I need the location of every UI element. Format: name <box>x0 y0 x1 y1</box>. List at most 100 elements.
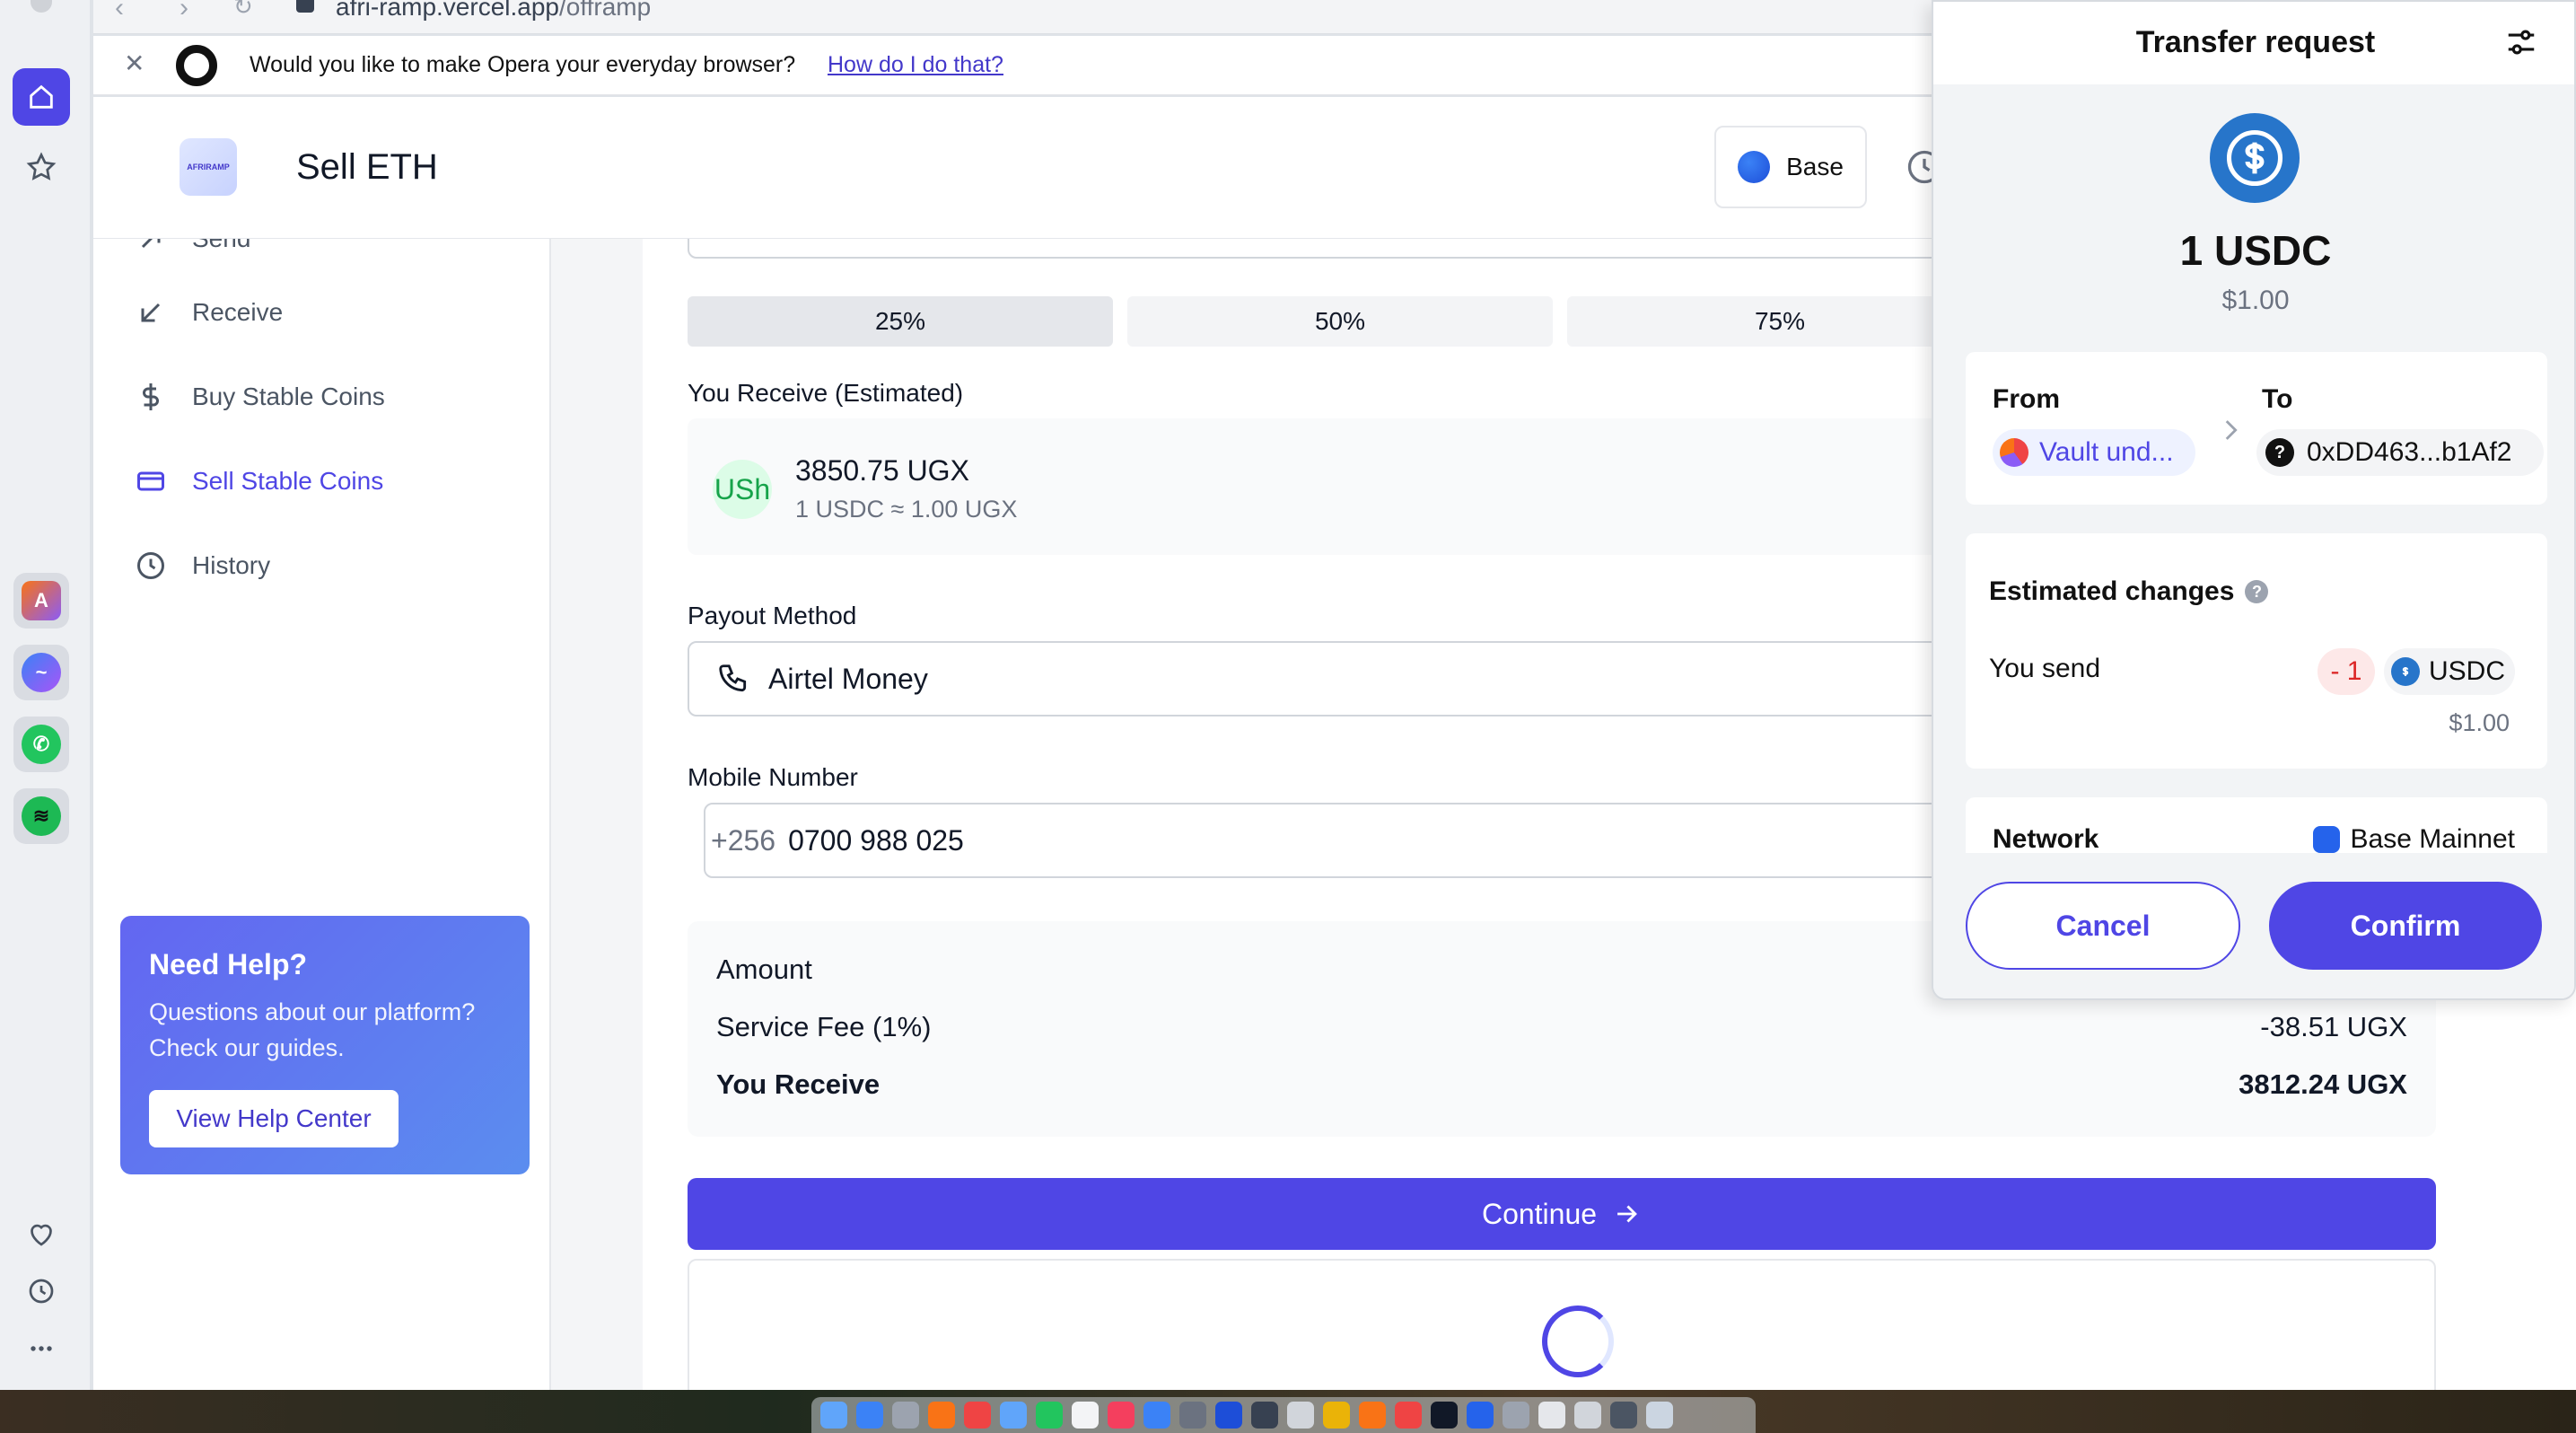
help-title: Need Help? <box>149 948 308 980</box>
xcode-icon[interactable] <box>1215 1402 1242 1429</box>
network-selector-button[interactable]: Base <box>1714 126 1867 208</box>
opera-icon[interactable] <box>964 1402 991 1429</box>
launchpad-icon[interactable] <box>892 1402 919 1429</box>
brave-icon[interactable] <box>1359 1402 1386 1429</box>
arrow-right-icon <box>1617 1205 1637 1223</box>
wallet-title: Transfer request <box>2135 25 2376 59</box>
sidebar-item-sell-stable-coins[interactable]: Sell Stable Coins <box>135 454 383 508</box>
more-icon[interactable] <box>13 1320 70 1377</box>
home-icon[interactable] <box>13 68 70 126</box>
activity-icon[interactable] <box>1251 1402 1278 1429</box>
network-label: Base <box>1786 153 1844 180</box>
base-network-icon <box>1738 151 1771 183</box>
vault-avatar-icon <box>2000 438 2028 467</box>
window-preview-icon[interactable] <box>1610 1402 1637 1429</box>
loading-card <box>688 1259 2436 1390</box>
to-address-pill[interactable]: ? 0xDD463...b1Af2 <box>2256 429 2544 476</box>
back-icon[interactable]: ‹ <box>115 0 124 23</box>
token-usd-value: $1.00 <box>2221 286 2290 315</box>
estimated-changes-title: Estimated changes ? <box>1989 576 2269 607</box>
from-to-card: From To Vault und... ? 0xDD463...b1Af2 <box>1966 352 2547 505</box>
continue-label: Continue <box>1481 1197 1598 1230</box>
sidebar-item-label: History <box>192 551 271 579</box>
receive-label: You Receive (Estimated) <box>688 379 964 407</box>
wallet-transfer-popup: Transfer request 1 USDC $1.00 From To Va… <box>1932 0 2576 1000</box>
messenger-icon[interactable]: ~ <box>13 645 69 700</box>
payout-method-value: Airtel Money <box>768 662 928 695</box>
wallet-header: Transfer request <box>1933 2 2574 84</box>
country-code: +256 <box>711 823 776 857</box>
music-icon[interactable] <box>1108 1402 1135 1429</box>
app-logo[interactable]: AFRIRAMP <box>180 138 237 196</box>
sidebar-item-buy-stable-coins[interactable]: Buy Stable Coins <box>135 370 385 424</box>
lock-icon <box>296 0 314 13</box>
forward-icon[interactable]: › <box>180 0 188 23</box>
base-network-icon <box>2312 826 2340 853</box>
network-label: Network <box>1993 824 2099 854</box>
url-field[interactable]: afri-ramp.vercel.app/offramp <box>336 0 651 22</box>
calendar-icon[interactable] <box>1072 1402 1099 1429</box>
whatsapp-icon[interactable]: ✆ <box>13 716 69 772</box>
window-control[interactable] <box>31 0 52 13</box>
percent-75-button[interactable]: 75% <box>1567 296 1993 347</box>
star-icon[interactable] <box>13 138 70 196</box>
sidebar-item-receive[interactable]: Receive <box>135 286 283 339</box>
banner-help-link[interactable]: How do I do that? <box>828 52 1003 78</box>
opera-sidebar: A ~ ✆ ≋ <box>0 0 90 1390</box>
dollar-icon <box>143 383 159 410</box>
app-sidebar: Send Receive Buy Stable Coins Sell Stabl… <box>93 224 551 1390</box>
window-preview-icon[interactable] <box>1574 1402 1601 1429</box>
spotify-icon[interactable]: ≋ <box>13 788 69 844</box>
mail-icon[interactable] <box>1000 1402 1027 1429</box>
document-icon[interactable] <box>1538 1402 1565 1429</box>
downloads-icon[interactable] <box>1503 1402 1529 1429</box>
system-settings-icon[interactable] <box>1179 1402 1206 1429</box>
terminal-icon[interactable] <box>1431 1402 1458 1429</box>
reload-icon[interactable]: ↻ <box>233 0 253 21</box>
finder-icon[interactable] <box>820 1402 847 1429</box>
facetime-icon[interactable] <box>1036 1402 1063 1429</box>
network-value: Base Mainnet <box>2312 824 2515 855</box>
opera-logo-icon <box>176 45 217 86</box>
payout-method-label: Payout Method <box>688 602 857 629</box>
safari-icon[interactable] <box>856 1402 883 1429</box>
confirm-button[interactable]: Confirm <box>2269 882 2542 970</box>
close-icon[interactable]: ✕ <box>124 48 145 78</box>
help-card: Need Help? Questions about our platform?… <box>120 916 530 1174</box>
unknown-address-icon: ? <box>2265 438 2294 467</box>
clock-icon <box>137 552 164 579</box>
info-icon[interactable]: ? <box>2245 580 2269 603</box>
from-label: From <box>1993 384 2060 414</box>
firefox-icon[interactable] <box>928 1402 955 1429</box>
currency-badge: USh <box>713 460 772 519</box>
mobile-number-value: 0700 988 025 <box>788 823 964 857</box>
address-bar: ‹ › ↻ afri-ramp.vercel.app/offramp <box>93 0 1933 34</box>
from-account-pill[interactable]: Vault und... <box>1993 429 2195 476</box>
percent-50-button[interactable]: 50% <box>1127 296 1553 347</box>
to-address: 0xDD463...b1Af2 <box>2307 437 2512 467</box>
settings-sliders-icon[interactable] <box>2504 25 2538 59</box>
help-text: Questions about our platform? Check our … <box>149 998 476 1061</box>
wallet-footer: Cancel Confirm <box>1933 853 2574 998</box>
heart-icon[interactable] <box>13 1205 70 1262</box>
sidebar-item-label: Sell Stable Coins <box>192 467 384 495</box>
chrome-icon[interactable] <box>1323 1402 1350 1429</box>
view-help-center-button[interactable]: View Help Center <box>149 1090 399 1147</box>
sidebar-item-history[interactable]: History <box>135 539 270 593</box>
app-store-icon[interactable] <box>1143 1402 1170 1429</box>
trash-icon[interactable] <box>1646 1402 1673 1429</box>
service-fee-label: Service Fee (1%) <box>716 1011 932 1042</box>
help-icon[interactable] <box>1287 1402 1314 1429</box>
aria-app-icon[interactable]: A <box>13 573 69 629</box>
app-icon[interactable] <box>1395 1402 1422 1429</box>
banner-text: Would you like to make Opera your everyd… <box>250 52 796 77</box>
send-token-badge: USDC <box>2384 648 2515 695</box>
cancel-button[interactable]: Cancel <box>1966 882 2240 970</box>
loading-spinner-icon <box>1542 1306 1614 1377</box>
history-icon[interactable] <box>13 1262 70 1320</box>
continue-button[interactable]: Continue <box>688 1178 2436 1250</box>
percent-25-button[interactable]: 25% <box>688 296 1113 347</box>
vscode-icon[interactable] <box>1467 1402 1494 1429</box>
receive-icon <box>141 303 161 322</box>
page-title: Sell ETH <box>296 147 438 187</box>
